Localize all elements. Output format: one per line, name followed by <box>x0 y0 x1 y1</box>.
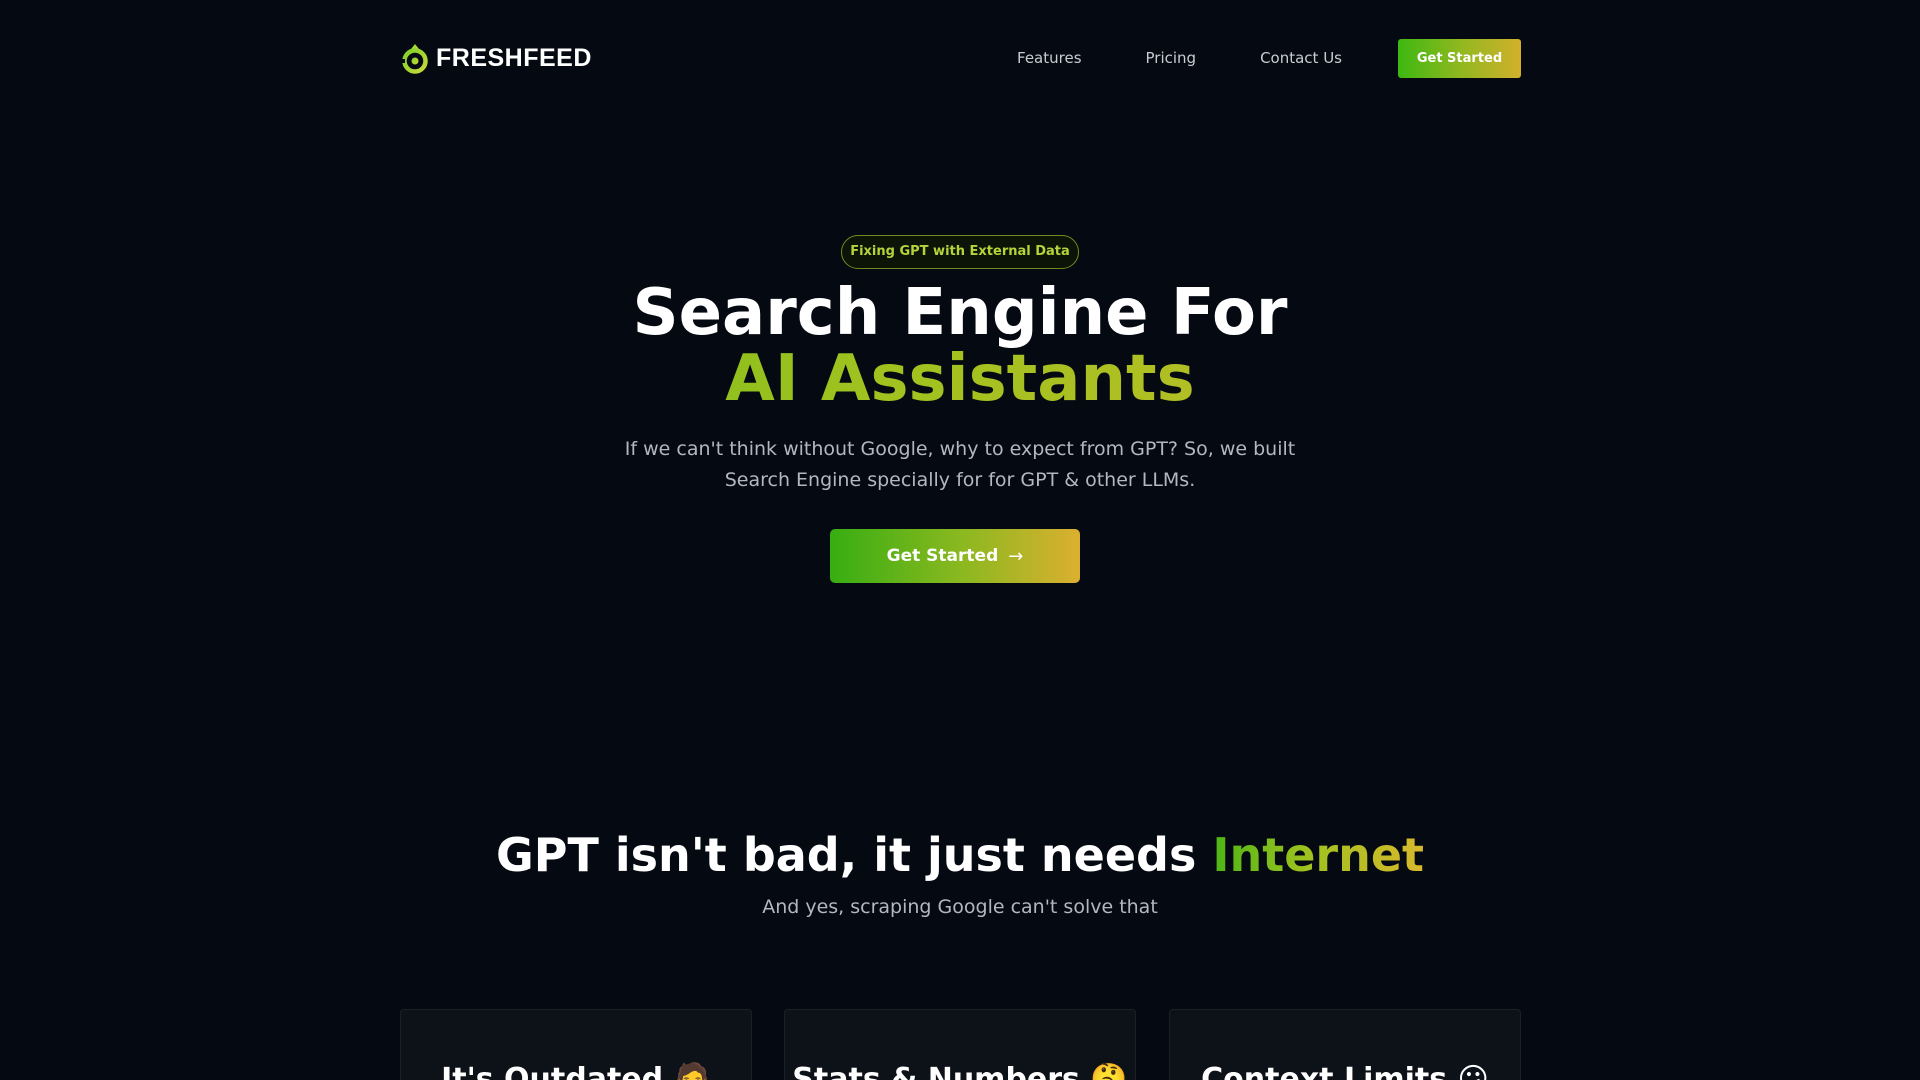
feature-card: Context Limits 😕 <box>1169 1009 1521 1080</box>
landing-page: FRESHFEED Features Pricing Contact Us Ge… <box>0 0 1920 1080</box>
arrow-right-icon: → <box>1008 545 1024 567</box>
section-title: GPT isn't bad, it just needs Internet <box>0 820 1920 890</box>
hero-get-started-button[interactable]: Get Started → <box>830 529 1080 583</box>
hero-title: Search Engine For AI Assistants <box>0 280 1920 412</box>
feature-card: Stats & Numbers 🤔 <box>784 1009 1136 1080</box>
hero-badge: Fixing GPT with External Data <box>841 235 1079 269</box>
nav-contact-link[interactable]: Contact Us <box>1260 49 1342 67</box>
hero-title-highlight: AI Assistants <box>0 346 1920 412</box>
feature-card-title: Stats & Numbers 🤔 <box>792 1062 1128 1080</box>
nav-pricing-link[interactable]: Pricing <box>1146 49 1197 67</box>
feature-card: It's Outdated 🧔 <box>400 1009 752 1080</box>
hero-subtitle: If we can't think without Google, why to… <box>624 438 1296 491</box>
feature-cards: It's Outdated 🧔 Stats & Numbers 🤔 Contex… <box>400 1009 1521 1080</box>
hero-cta-label: Get Started <box>886 546 999 566</box>
freshfeed-logo-icon <box>400 44 428 74</box>
hero-title-line1: Search Engine For <box>632 276 1288 350</box>
main-nav: Features Pricing Contact Us Get Started <box>1017 38 1521 78</box>
section-subtitle: And yes, scraping Google can't solve tha… <box>762 896 1158 918</box>
section-title-highlight: Internet <box>1212 828 1425 882</box>
header-get-started-button[interactable]: Get Started <box>1398 38 1521 78</box>
section-title-prefix: GPT isn't bad, it just needs <box>495 828 1213 882</box>
logo-text: FRESHFEED <box>436 43 592 72</box>
feature-card-title: It's Outdated 🧔 <box>441 1062 711 1080</box>
site-header: FRESHFEED Features Pricing Contact Us Ge… <box>400 38 1521 78</box>
nav-features-link[interactable]: Features <box>1017 49 1082 67</box>
logo[interactable]: FRESHFEED <box>400 41 592 75</box>
feature-card-title: Context Limits 😕 <box>1201 1062 1489 1080</box>
